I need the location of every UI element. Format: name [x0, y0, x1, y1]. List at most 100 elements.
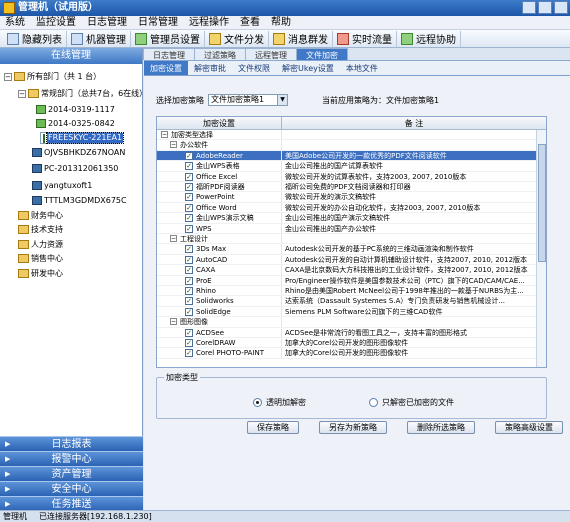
table-row[interactable]: ✓ AutoCAD Autodesk公司开发的自动计算机辅助设计软件，支持2007,… — [157, 254, 537, 266]
accordion-4[interactable]: ▶ 任务推送 — [0, 496, 143, 511]
grid-scroll-thumb[interactable] — [538, 144, 546, 262]
toolbar-button-2[interactable]: 管理员设置 — [131, 30, 205, 47]
tree-node-2[interactable]: 2014-0319-1117 — [36, 103, 115, 116]
table-row[interactable]: ✓ Rhino Rhino是由美国Robert McNeel公司于1998年推出的一… — [157, 286, 537, 297]
accordion-2[interactable]: ▶ 资产管理 — [0, 466, 143, 481]
checkbox[interactable]: ✓ — [185, 276, 193, 285]
minimize-button[interactable] — [522, 1, 536, 14]
advanced-policy-button[interactable]: 策略高级设置 — [495, 421, 563, 434]
table-row[interactable]: ✓ 3Ds Max Autodesk公司开发的基于PC系统的三维动画渲染和制作软件 — [157, 244, 537, 255]
radio-transparent[interactable]: 透明加解密 — [253, 397, 306, 408]
table-row[interactable]: ✓ 金山WPS演示文稿 金山公司推出的国产演示文稿软件 — [157, 213, 537, 224]
tree-expand-icon[interactable]: − — [4, 72, 12, 81]
table-row[interactable]: ✓ AdobeReader 美国Adobe公司开发的一款优秀的PDF文件阅读软件 — [157, 150, 537, 162]
table-row[interactable]: ✓ SolidEdge Siemens PLM Software公司旗下的三维CAD… — [157, 306, 537, 318]
table-row[interactable]: ✓ ACDSee ACDSee是非常流行的看图工具之一，支持丰富的图形格式 — [157, 327, 537, 338]
maximize-button[interactable] — [538, 1, 552, 14]
table-row[interactable]: ✓ ProE Pro/Engineer操作软件是美国参数技术公司（PTC）旗下的CA… — [157, 275, 537, 286]
toolbar-button-5[interactable]: 实时流量 — [333, 30, 397, 47]
table-row[interactable]: ✓ 福昕PDF阅读器 福昕公司免费的PDF文档阅读器和打印器 — [157, 182, 537, 193]
table-row[interactable]: − 工程设计 — [157, 234, 537, 245]
radio-decrypt-only[interactable]: 只解密已加密的文件 — [369, 397, 454, 408]
tab-top-3[interactable]: 文件加密 — [296, 48, 348, 60]
policy-select[interactable]: 文件加密策略1 ▼ — [208, 94, 288, 106]
table-row[interactable]: − 加密类型选择 — [157, 130, 537, 141]
tree-node-7[interactable]: yangtuxoft1 — [32, 179, 92, 192]
tree-node-8[interactable]: TTTLM3GDMDX675C — [32, 194, 127, 207]
checkbox[interactable]: ✓ — [185, 214, 193, 223]
checkbox[interactable]: ✓ — [185, 203, 193, 212]
table-row[interactable]: ✓ Solidworks 达索系统（Dassault Systemes S.A）专门… — [157, 296, 537, 307]
tree-node-11[interactable]: 人力资源 — [18, 238, 63, 251]
table-row[interactable]: − 办公软件 — [157, 140, 537, 151]
tree-node-6[interactable]: PC-201312061350 — [32, 162, 118, 175]
table-row[interactable]: ✓ CAXA CAXA是北京数码大方科技推出的工业设计软件，支持2007, 2010… — [157, 265, 537, 276]
accordion-1[interactable]: ▶ 报警中心 — [0, 451, 143, 466]
table-row[interactable]: ✓ WPS 金山公司推出的国产办公软件 — [157, 223, 537, 234]
checkbox[interactable]: ✓ — [185, 266, 193, 275]
tree-node-0[interactable]: − 所有部门（共 1 台） — [4, 70, 101, 83]
checkbox[interactable]: ✓ — [185, 297, 193, 306]
tree-node-13[interactable]: 研发中心 — [18, 267, 63, 280]
close-button[interactable] — [554, 1, 568, 14]
toolbar-button-6[interactable]: 远程协助 — [397, 30, 461, 47]
checkbox[interactable]: ✓ — [185, 183, 193, 191]
menu-item-6[interactable]: 帮助 — [271, 16, 291, 29]
tree-node-3[interactable]: 2014-0325-0842 — [36, 117, 115, 130]
table-row[interactable]: ✓ CorelDRAW 加拿大的Corel公司开发的图形图像软件 — [157, 338, 537, 349]
checkbox[interactable]: ✓ — [185, 307, 193, 316]
chevron-down-icon[interactable]: ▼ — [277, 95, 287, 105]
menu-item-4[interactable]: 远程操作 — [189, 16, 229, 29]
checkbox[interactable]: ✓ — [185, 151, 193, 160]
table-row[interactable]: ✓ Office Word 微软公司开发的办公自动化软件，支持2003, 2007,… — [157, 202, 537, 214]
online-manage-header[interactable]: 在线管理 — [0, 48, 142, 64]
tree-node-5[interactable]: OJVSBHKDZ67NOAN — [32, 146, 125, 159]
tab-sub-3[interactable]: 解密Ukey设置 — [276, 61, 340, 75]
menu-item-5[interactable]: 查看 — [240, 16, 260, 29]
radio-transparent-icon[interactable] — [253, 398, 262, 407]
toolbar-button-3[interactable]: 文件分发 — [205, 30, 269, 47]
tree-expand-icon[interactable]: − — [170, 141, 177, 149]
table-row[interactable]: ✓ PowerPoint 微软公司开发的演示文稿软件 — [157, 192, 537, 203]
accordion-3[interactable]: ▶ 安全中心 — [0, 481, 143, 496]
checkbox[interactable]: ✓ — [185, 224, 193, 233]
save-as-policy-button[interactable]: 另存为新策略 — [319, 421, 387, 434]
toolbar-button-0[interactable]: 隐藏列表 — [3, 30, 67, 47]
checkbox[interactable]: ✓ — [185, 328, 193, 337]
checkbox[interactable]: ✓ — [185, 162, 193, 171]
toolbar-button-1[interactable]: 机器管理 — [67, 30, 131, 47]
tab-top-1[interactable]: 过滤策略 — [194, 48, 246, 60]
tab-sub-4[interactable]: 本地文件 — [340, 61, 384, 75]
toolbar-button-4[interactable]: 消息群发 — [269, 30, 333, 47]
menu-item-2[interactable]: 日志管理 — [87, 16, 127, 29]
delete-policy-button[interactable]: 删除所选策略 — [407, 421, 475, 434]
table-row[interactable]: ✓ Corel PHOTO-PAINT 加拿大的Corel公司开发的图形图像软件 — [157, 348, 537, 359]
tab-sub-2[interactable]: 文件权限 — [232, 61, 276, 75]
checkbox[interactable]: ✓ — [185, 255, 193, 264]
grid-header-note[interactable]: 备 注 — [282, 117, 546, 129]
checkbox[interactable]: ✓ — [185, 339, 193, 347]
tree-node-10[interactable]: 技术支持 — [18, 223, 63, 236]
checkbox[interactable]: ✓ — [185, 349, 193, 358]
tree-node-12[interactable]: 销售中心 — [18, 252, 63, 265]
tab-sub-0[interactable]: 加密设置 — [144, 61, 188, 75]
tree-expand-icon[interactable]: − — [18, 89, 26, 98]
save-policy-button[interactable]: 保存策略 — [247, 421, 299, 434]
menu-item-0[interactable]: 系统 — [5, 16, 25, 29]
tab-sub-1[interactable]: 解密审批 — [188, 61, 232, 75]
tree-node-1[interactable]: − 常规部门（总共7台，6在线） — [18, 87, 147, 100]
accordion-0[interactable]: ▶ 日志报表 — [0, 436, 143, 451]
tree-expand-icon[interactable]: − — [170, 235, 177, 242]
checkbox[interactable]: ✓ — [185, 245, 193, 254]
tree-node-4[interactable]: FREESKYC-221EA1 — [40, 132, 125, 144]
tree-expand-icon[interactable]: − — [170, 318, 177, 326]
checkbox[interactable]: ✓ — [185, 193, 193, 202]
menu-item-3[interactable]: 日常管理 — [138, 16, 178, 29]
checkbox[interactable]: ✓ — [185, 287, 193, 295]
tree-node-9[interactable]: 财务中心 — [18, 209, 63, 222]
table-row[interactable]: − 图形图像 — [157, 317, 537, 328]
tree-expand-icon[interactable]: − — [161, 131, 168, 138]
grid-scrollbar[interactable] — [536, 130, 546, 367]
table-row[interactable]: ✓ 金山WPS表格 金山公司推出的国产试算表软件 — [157, 161, 537, 172]
grid-header-setting[interactable]: 加密设置 — [157, 117, 282, 129]
